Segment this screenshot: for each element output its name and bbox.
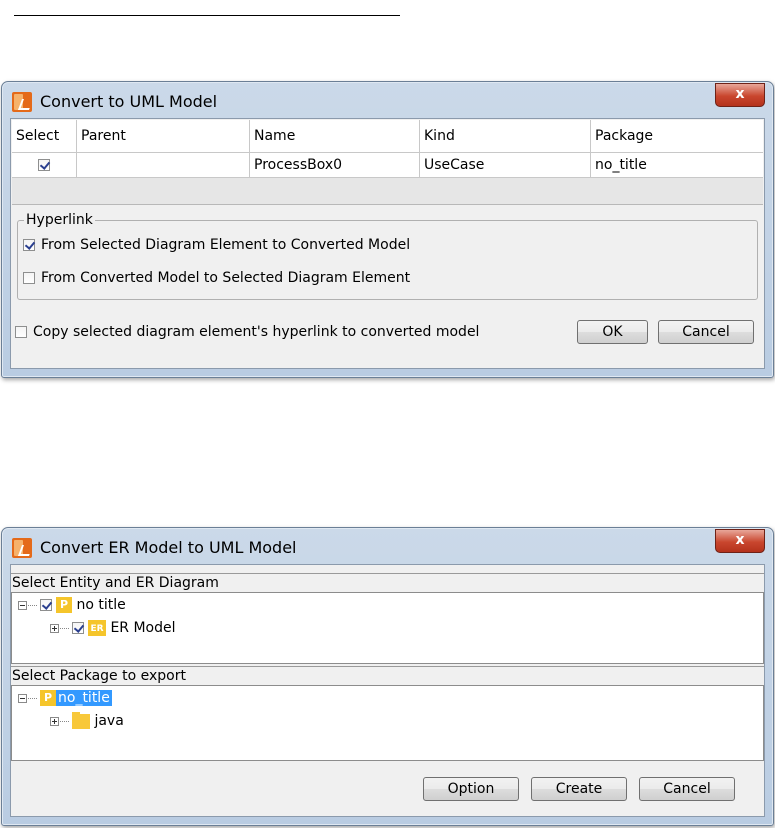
dialog-title: Convert ER Model to UML Model: [40, 538, 297, 557]
tree-item-label: no title: [76, 597, 126, 613]
tree-item-java[interactable]: java: [50, 711, 124, 731]
title-bar[interactable]: Convert ER Model to UML Model x: [2, 528, 773, 562]
cancel-button[interactable]: Cancel: [658, 320, 754, 344]
column-header-kind[interactable]: Kind: [420, 120, 591, 152]
folder-icon: [72, 711, 90, 729]
column-header-select[interactable]: Select: [12, 120, 77, 152]
conversion-table: Select Parent Name Kind Package ProcessB…: [12, 120, 763, 205]
close-button[interactable]: x: [715, 529, 765, 553]
collapse-icon[interactable]: [18, 693, 27, 703]
cancel-button[interactable]: Cancel: [639, 777, 735, 801]
package-section-label: Select Package to export: [11, 666, 764, 685]
title-bar[interactable]: Convert to UML Model x: [2, 82, 773, 116]
tree-item-checkbox[interactable]: [72, 622, 84, 634]
package-cell[interactable]: no_title: [591, 153, 763, 177]
hyperlink-option-2-checkbox[interactable]: [23, 272, 35, 284]
name-cell[interactable]: ProcessBox0: [250, 153, 420, 177]
column-header-package[interactable]: Package: [591, 120, 763, 152]
er-model-icon: ER: [88, 620, 106, 636]
package-icon: P: [40, 690, 56, 706]
tree-item-label: no_title: [56, 690, 112, 706]
dialog-title: Convert to UML Model: [40, 92, 218, 111]
hyperlink-option-1-checkbox[interactable]: [23, 239, 35, 251]
hyperlink-group-label: Hyperlink: [24, 212, 95, 228]
close-button[interactable]: x: [715, 83, 765, 107]
table-row[interactable]: ProcessBox0 UseCase no_title: [12, 153, 763, 178]
app-icon: [12, 92, 34, 112]
table-header: Select Parent Name Kind Package: [12, 120, 763, 153]
row-select-checkbox[interactable]: [38, 159, 50, 171]
convert-to-uml-dialog: Convert to UML Model x Select Parent Nam…: [1, 81, 774, 378]
tree-item-no_title[interactable]: Pno_title: [18, 688, 112, 708]
column-header-name[interactable]: Name: [250, 120, 420, 152]
create-button[interactable]: Create: [531, 777, 627, 801]
hyperlink-group: Hyperlink From Selected Diagram Element …: [17, 212, 758, 300]
hyperlink-option-2[interactable]: From Converted Model to Selected Diagram…: [23, 269, 410, 287]
tree-item-no-title[interactable]: P no title: [18, 595, 126, 615]
tree-item-label: java: [94, 713, 124, 729]
option-button[interactable]: Option: [423, 777, 519, 801]
column-header-parent[interactable]: Parent: [77, 120, 250, 152]
copy-hyperlink-checkbox[interactable]: [15, 326, 27, 338]
entity-section-label: Select Entity and ER Diagram: [11, 573, 764, 592]
app-icon: [12, 538, 34, 558]
hyperlink-option-1[interactable]: From Selected Diagram Element to Convert…: [23, 236, 410, 254]
ok-button[interactable]: OK: [577, 320, 648, 344]
tree-item-er-model[interactable]: ER ER Model: [50, 618, 176, 638]
dialog-client-area: Select Parent Name Kind Package ProcessB…: [10, 118, 765, 369]
top-rule: [14, 15, 400, 16]
collapse-icon[interactable]: [18, 600, 27, 610]
copy-hyperlink-option[interactable]: Copy selected diagram element's hyperlin…: [15, 323, 479, 341]
entity-tree[interactable]: P no title ER ER Model: [11, 592, 764, 664]
hyperlink-option-2-label: From Converted Model to Selected Diagram…: [41, 270, 411, 286]
tree-item-label: ER Model: [110, 620, 176, 636]
hyperlink-option-1-label: From Selected Diagram Element to Convert…: [41, 237, 411, 253]
select-cell: [12, 153, 77, 177]
parent-cell[interactable]: [77, 153, 250, 177]
expand-icon[interactable]: [50, 623, 59, 633]
expand-icon[interactable]: [50, 716, 59, 726]
kind-cell[interactable]: UseCase: [420, 153, 591, 177]
convert-er-to-uml-dialog: Convert ER Model to UML Model x Select E…: [1, 527, 774, 826]
package-icon: P: [56, 597, 72, 613]
copy-hyperlink-label: Copy selected diagram element's hyperlin…: [33, 324, 480, 340]
package-tree[interactable]: Pno_title java: [11, 685, 764, 761]
tree-item-checkbox[interactable]: [40, 599, 52, 611]
dialog-client-area: Select Entity and ER Diagram P no title …: [10, 564, 765, 817]
